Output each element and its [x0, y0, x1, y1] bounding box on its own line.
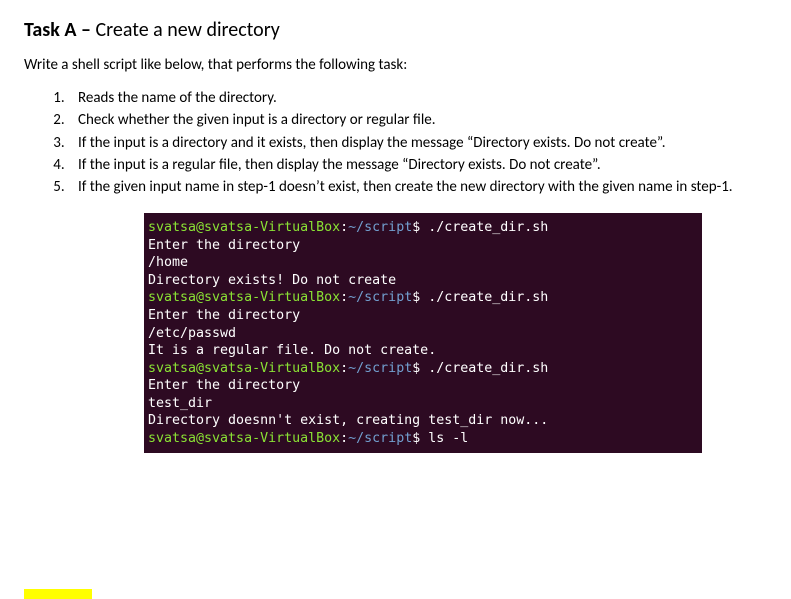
terminal-command: ./create_dir.sh	[428, 290, 548, 305]
step-item: If the input is a regular file, then dis…	[68, 155, 767, 175]
terminal-path: ~/script	[348, 290, 412, 305]
page: Task A – Create a new directory Write a …	[0, 0, 791, 599]
terminal-line: It is a regular file. Do not create.	[148, 342, 698, 360]
terminal-output-text: Enter the directory	[148, 238, 300, 253]
terminal-user: svatsa@svatsa-VirtualBox	[148, 431, 340, 446]
terminal-user: svatsa@svatsa-VirtualBox	[148, 220, 340, 235]
terminal-line: Enter the directory	[148, 307, 698, 325]
terminal-path: ~/script	[348, 361, 412, 376]
terminal-command: ./create_dir.sh	[428, 361, 548, 376]
terminal-separator: :	[340, 361, 348, 376]
terminal-line: Enter the directory	[148, 237, 698, 255]
terminal-line: /etc/passwd	[148, 325, 698, 343]
terminal-user: svatsa@svatsa-VirtualBox	[148, 290, 340, 305]
terminal-line: Enter the directory	[148, 377, 698, 395]
terminal-dollar: $	[412, 431, 428, 446]
task-title-dash: –	[76, 18, 95, 42]
terminal-output-text: /home	[148, 255, 188, 270]
terminal-output-text: Directory exists! Do not create	[148, 273, 396, 288]
terminal-path: ~/script	[348, 220, 412, 235]
steps-list: Reads the name of the directory. Check w…	[24, 88, 767, 197]
terminal-separator: :	[340, 220, 348, 235]
terminal-dollar: $	[412, 220, 428, 235]
terminal-output-text: test_dir	[148, 396, 212, 411]
task-title-label: Task A	[24, 18, 76, 42]
terminal-line: Directory doesnn't exist, creating test_…	[148, 412, 698, 430]
terminal-output-text: Enter the directory	[148, 308, 300, 323]
task-title: Task A – Create a new directory	[24, 18, 767, 42]
terminal-output-text: Directory doesnn't exist, creating test_…	[148, 413, 548, 428]
task-title-name: Create a new directory	[96, 18, 280, 42]
highlight-marker	[24, 589, 92, 599]
terminal-output-text: Enter the directory	[148, 378, 300, 393]
intro-text: Write a shell script like below, that pe…	[24, 56, 767, 74]
terminal-command: ls -l	[428, 431, 468, 446]
terminal-output: svatsa@svatsa-VirtualBox:~/script$ ./cre…	[144, 213, 702, 453]
terminal-user: svatsa@svatsa-VirtualBox	[148, 361, 340, 376]
step-item: If the input is a directory and it exist…	[68, 133, 767, 153]
terminal-line: svatsa@svatsa-VirtualBox:~/script$ ls -l	[148, 430, 698, 448]
step-item: Reads the name of the directory.	[68, 88, 767, 108]
terminal-path: ~/script	[348, 431, 412, 446]
terminal-output-text: It is a regular file. Do not create.	[148, 343, 436, 358]
terminal-dollar: $	[412, 290, 428, 305]
terminal-line: /home	[148, 254, 698, 272]
terminal-output-text: /etc/passwd	[148, 326, 236, 341]
step-item: Check whether the given input is a direc…	[68, 110, 767, 130]
terminal-command: ./create_dir.sh	[428, 220, 548, 235]
terminal-line: svatsa@svatsa-VirtualBox:~/script$ ./cre…	[148, 289, 698, 307]
terminal-line: svatsa@svatsa-VirtualBox:~/script$ ./cre…	[148, 219, 698, 237]
terminal-dollar: $	[412, 361, 428, 376]
terminal-line: test_dir	[148, 395, 698, 413]
terminal-separator: :	[340, 290, 348, 305]
terminal-line: svatsa@svatsa-VirtualBox:~/script$ ./cre…	[148, 360, 698, 378]
terminal-line: Directory exists! Do not create	[148, 272, 698, 290]
step-item: If the given input name in step-1 doesn’…	[68, 177, 767, 197]
terminal-separator: :	[340, 431, 348, 446]
